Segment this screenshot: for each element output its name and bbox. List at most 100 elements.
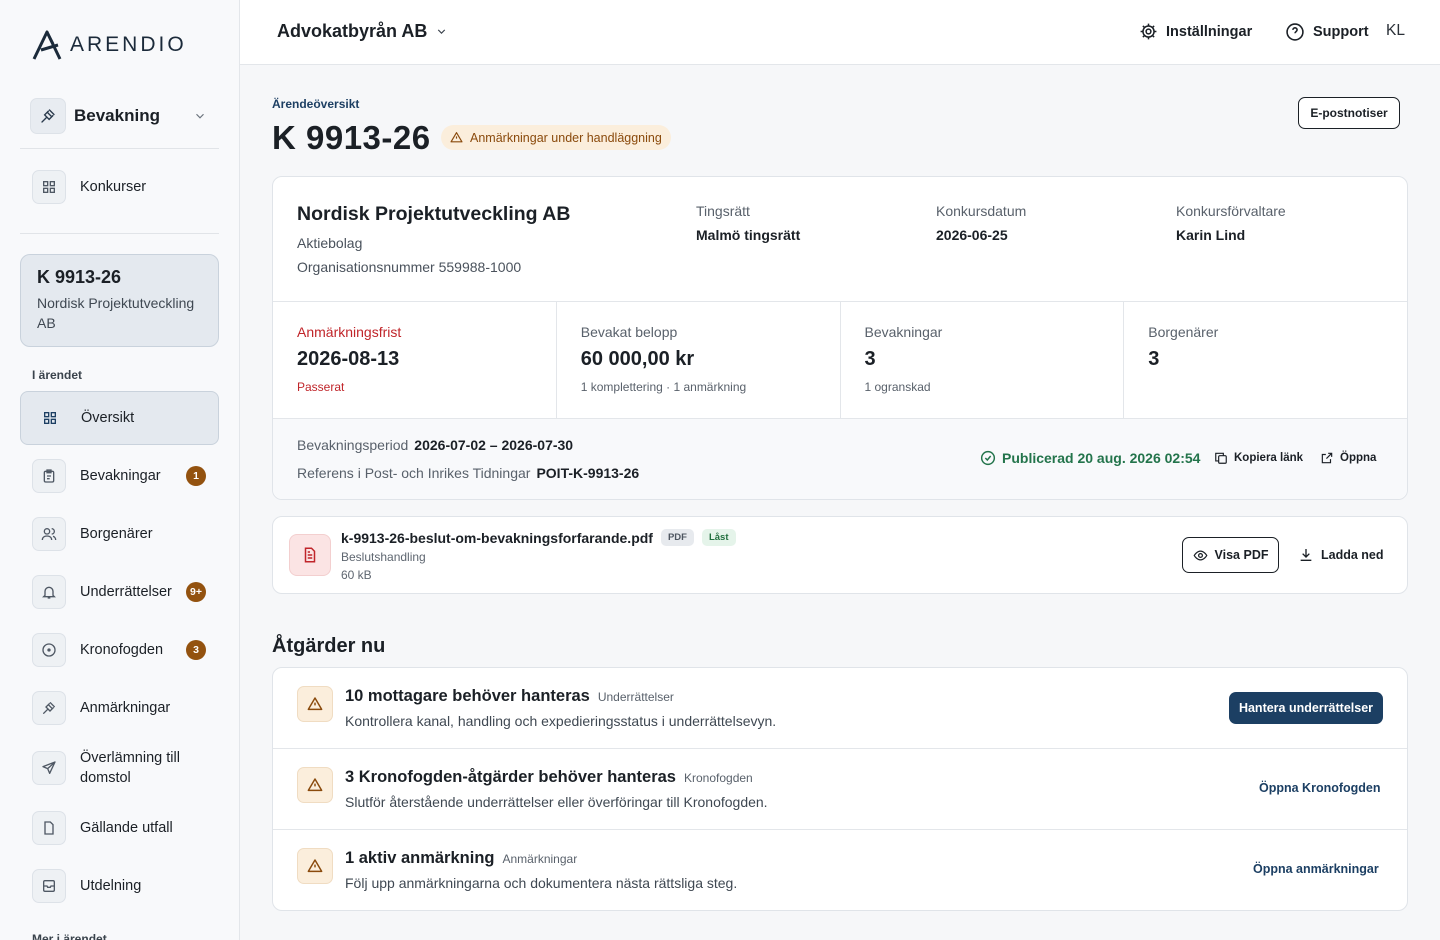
reference-value: POIT-K-9913-26 xyxy=(536,465,640,481)
clipboard-icon xyxy=(32,459,66,493)
field-label: Konkursdatum xyxy=(936,203,1027,219)
warning-icon xyxy=(297,848,333,884)
open-kronofogden-button[interactable]: Öppna Kronofogden xyxy=(1259,781,1381,795)
check-circle-icon xyxy=(980,450,996,466)
status-label: Anmärkningar under handläggning xyxy=(470,130,662,145)
stat-label: Borgenärer xyxy=(1148,324,1219,340)
settings-button[interactable]: Inställningar xyxy=(1139,22,1252,41)
sidebar-item-label: Utdelning xyxy=(80,878,142,894)
support-button[interactable]: Support xyxy=(1285,22,1369,42)
module-selector[interactable]: Bevakning xyxy=(20,96,219,136)
field-label: Tingsrätt xyxy=(696,203,750,219)
warning-icon xyxy=(297,686,333,722)
sidebar-item-label: Bevakningar xyxy=(80,468,161,484)
action-title-row: 10 mottagare behöver hanteras Underrätte… xyxy=(345,687,674,706)
action-title-row: 3 Kronofogden-åtgärder behöver hanteras … xyxy=(345,768,753,787)
section-title: I ärendet xyxy=(32,368,83,382)
sidebar-item-kronofogden[interactable]: Kronofogden 3 xyxy=(20,628,219,672)
chevron-down-icon xyxy=(196,113,204,119)
count-badge: 9+ xyxy=(186,582,206,602)
page-title: K 9913-26 xyxy=(272,119,431,156)
sidebar-item-gallande-utfall[interactable]: Gällande utfall xyxy=(20,806,219,850)
grid-icon xyxy=(32,170,66,204)
stats-row: Anmärkningsfrist 2026-08-13 Passerat Bev… xyxy=(273,301,1407,419)
reference-label: Referens i Post- och Inrikes Tidningar xyxy=(297,465,531,481)
action-item: 1 aktiv anmärkning Anmärkningar Följ upp… xyxy=(273,830,1407,911)
org-name: Advokatbyrån AB xyxy=(277,21,428,41)
field-value: Karin Lind xyxy=(1176,227,1246,243)
open-anmarkningar-button[interactable]: Öppna anmärkningar xyxy=(1253,862,1379,876)
view-pdf-button[interactable]: Visa PDF xyxy=(1182,537,1279,573)
locked-tag: Låst xyxy=(701,529,736,546)
stat-value: 60 000,00 kr xyxy=(580,348,695,370)
stat-sub: 1 komplettering · 1 anmärkning xyxy=(580,380,747,394)
action-item: 10 mottagare behöver hanteras Underrätte… xyxy=(273,668,1407,749)
action-category: Kronofogden xyxy=(683,771,753,785)
stat-anmarkningsfrist: Anmärkningsfrist 2026-08-13 Passerat xyxy=(273,302,557,418)
download-label: Ladda ned xyxy=(1321,548,1384,562)
pdf-file-icon xyxy=(289,534,331,576)
file-size: 60 kB xyxy=(341,568,372,582)
sidebar: ARENDIO Bevakning Konkurser K 9913-26 No… xyxy=(0,0,240,940)
file-type-tag: PDF xyxy=(660,529,694,546)
action-title-row: 1 aktiv anmärkning Anmärkningar xyxy=(345,849,577,868)
current-case-card[interactable]: K 9913-26 Nordisk Projektutveckling AB xyxy=(20,254,219,347)
logo[interactable]: ARENDIO xyxy=(32,28,187,62)
period-value: 2026-07-02 – 2026-07-30 xyxy=(414,437,574,453)
divider xyxy=(20,233,219,234)
arendio-logo-icon xyxy=(32,30,62,60)
stat-value: 3 xyxy=(864,348,876,370)
field-label: Konkursförvaltare xyxy=(1176,203,1286,219)
breadcrumb[interactable]: Ärendeöversikt xyxy=(272,97,359,111)
stat-label: Bevakningar xyxy=(864,324,943,340)
external-link-icon xyxy=(1321,452,1333,464)
chevron-down-icon xyxy=(438,29,446,34)
manage-notifications-button[interactable]: Hantera underrättelser xyxy=(1229,692,1383,724)
open-label: Öppna xyxy=(1340,452,1377,464)
sidebar-item-konkurser[interactable]: Konkurser xyxy=(20,166,219,208)
gavel-icon xyxy=(32,691,66,725)
sidebar-item-label: Kronofogden xyxy=(80,642,164,658)
sidebar-item-underrattelser[interactable]: Underrättelser 9+ xyxy=(20,570,219,614)
sidebar-item-anmarkningar[interactable]: Anmärkningar xyxy=(20,686,219,730)
module-label: Bevakning xyxy=(74,106,160,125)
download-icon xyxy=(1300,549,1312,561)
action-title: 10 mottagare behöver hanteras xyxy=(345,687,590,705)
company-name: Nordisk Projektutveckling AB xyxy=(297,203,571,225)
section-title: Mer i ärendet xyxy=(32,932,107,940)
case-id: K 9913-26 xyxy=(37,267,122,287)
gavel-icon xyxy=(30,98,66,134)
sidebar-item-label: Anmärkningar xyxy=(80,700,171,716)
sidebar-item-label: Underrättelser xyxy=(80,584,172,600)
sidebar-item-bevakningar[interactable]: Bevakningar 1 xyxy=(20,454,219,498)
circle-dot-icon xyxy=(32,633,66,667)
action-category: Underrättelser xyxy=(597,690,674,704)
status-badge: Anmärkningar under handläggning xyxy=(441,125,671,150)
user-initials[interactable]: KL xyxy=(1386,22,1405,40)
field-value: 2026-06-25 xyxy=(936,227,1008,243)
sidebar-item-overlamning[interactable]: Överlämning till domstol xyxy=(20,746,219,790)
copy-link-label: Kopiera länk xyxy=(1234,452,1304,464)
open-link-button[interactable]: Öppna xyxy=(1320,451,1376,465)
sidebar-item-label: Konkurser xyxy=(80,179,147,195)
action-title: 3 Kronofogden-åtgärder behöver hanteras xyxy=(345,768,676,786)
copy-link-button[interactable]: Kopiera länk xyxy=(1214,451,1303,465)
count-badge: 1 xyxy=(186,466,206,486)
stat-value: 2026-08-13 xyxy=(297,348,400,370)
file-name[interactable]: k-9913-26-beslut-om-bevakningsforfarande… xyxy=(341,530,653,546)
action-description: Slutför återstående underrättelser eller… xyxy=(345,794,768,810)
case-name: Nordisk Projektutveckling AB xyxy=(37,295,195,331)
sidebar-item-borgenarer[interactable]: Borgenärer xyxy=(20,512,219,556)
sidebar-item-oversikt[interactable]: Översikt xyxy=(20,391,219,445)
org-selector[interactable]: Advokatbyrån AB xyxy=(277,21,448,42)
sidebar-item-label: Borgenärer xyxy=(80,526,153,542)
stat-value: 3 xyxy=(1148,348,1160,370)
period-row: Bevakningsperiod 2026-07-02 – 2026-07-30 xyxy=(297,437,573,453)
action-description: Kontrollera kanal, handling och expedier… xyxy=(345,713,777,729)
org-number: Organisationsnummer 559988-1000 xyxy=(297,259,522,275)
download-button[interactable]: Ladda ned xyxy=(1298,537,1384,573)
document-icon xyxy=(32,811,66,845)
sidebar-item-utdelning[interactable]: Utdelning xyxy=(20,864,219,908)
divider xyxy=(20,148,219,149)
email-notifications-button[interactable]: E-postnotiser xyxy=(1298,97,1400,129)
